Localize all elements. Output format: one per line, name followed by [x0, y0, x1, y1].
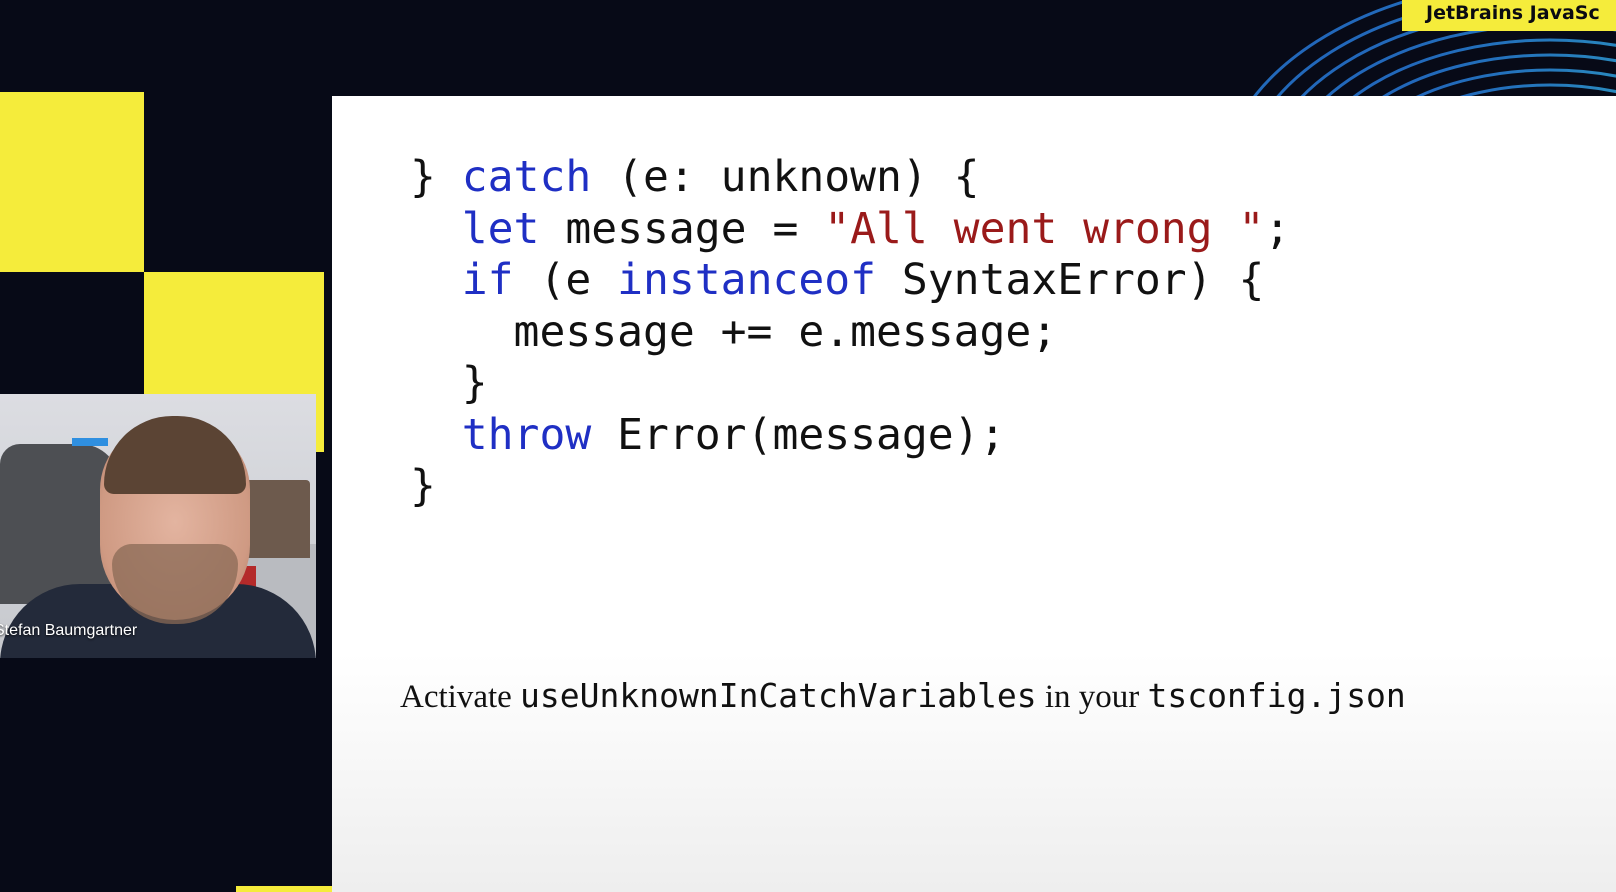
code-line: } [410, 461, 436, 511]
code-text: Error(message); [591, 409, 1006, 460]
caption-code-filename: tsconfig.json [1147, 676, 1406, 715]
code-line: } catch (e: unknown) { [410, 152, 980, 202]
code-text: message = [539, 203, 825, 254]
code-text: ; [1264, 203, 1291, 254]
speaker-webcam: Stefan Baumgartner [0, 394, 316, 658]
webcam-lego-model [244, 480, 310, 558]
code-text: } [410, 358, 488, 408]
code-keyword: let [461, 203, 540, 254]
speaker-name-label: Stefan Baumgartner [0, 622, 138, 639]
code-snippet: } catch (e: unknown) { let message = "Al… [410, 152, 1290, 513]
code-line: message += e.message; [410, 306, 1058, 357]
decorative-yellow-block [0, 92, 144, 272]
code-text: message += e.message; [410, 306, 1058, 357]
code-line: let message = "All went wrong "; [410, 204, 1290, 254]
conference-badge: JetBrains JavaSc [1402, 0, 1616, 31]
code-keyword: instanceof [617, 255, 877, 305]
video-frame: JetBrains JavaSc } catch (e: unknown) { … [0, 0, 1616, 892]
code-keyword: throw [461, 409, 592, 460]
code-keyword: catch [461, 152, 592, 202]
code-keyword: if [461, 255, 514, 305]
caption-text: Activate [400, 679, 521, 715]
code-line: if (e instanceof SyntaxError) { [410, 255, 1265, 305]
code-text: } [410, 152, 462, 202]
code-string: "All went wrong " [824, 203, 1265, 254]
code-line: throw Error(message); [410, 409, 1006, 460]
decorative-yellow-strip [236, 886, 336, 892]
caption-code-option: useUnknownInCatchVariables [520, 676, 1037, 715]
caption-text: in your [1036, 679, 1148, 715]
webcam-object [72, 438, 108, 446]
code-text: } [410, 461, 436, 511]
slide-caption: Activate useUnknownInCatchVariables in y… [400, 676, 1406, 716]
code-text: (e: unknown) { [591, 152, 980, 202]
presentation-slide: } catch (e: unknown) { let message = "Al… [332, 96, 1616, 892]
code-text: (e [513, 255, 618, 305]
code-line: } [410, 358, 488, 408]
code-text: SyntaxError) { [876, 255, 1265, 305]
